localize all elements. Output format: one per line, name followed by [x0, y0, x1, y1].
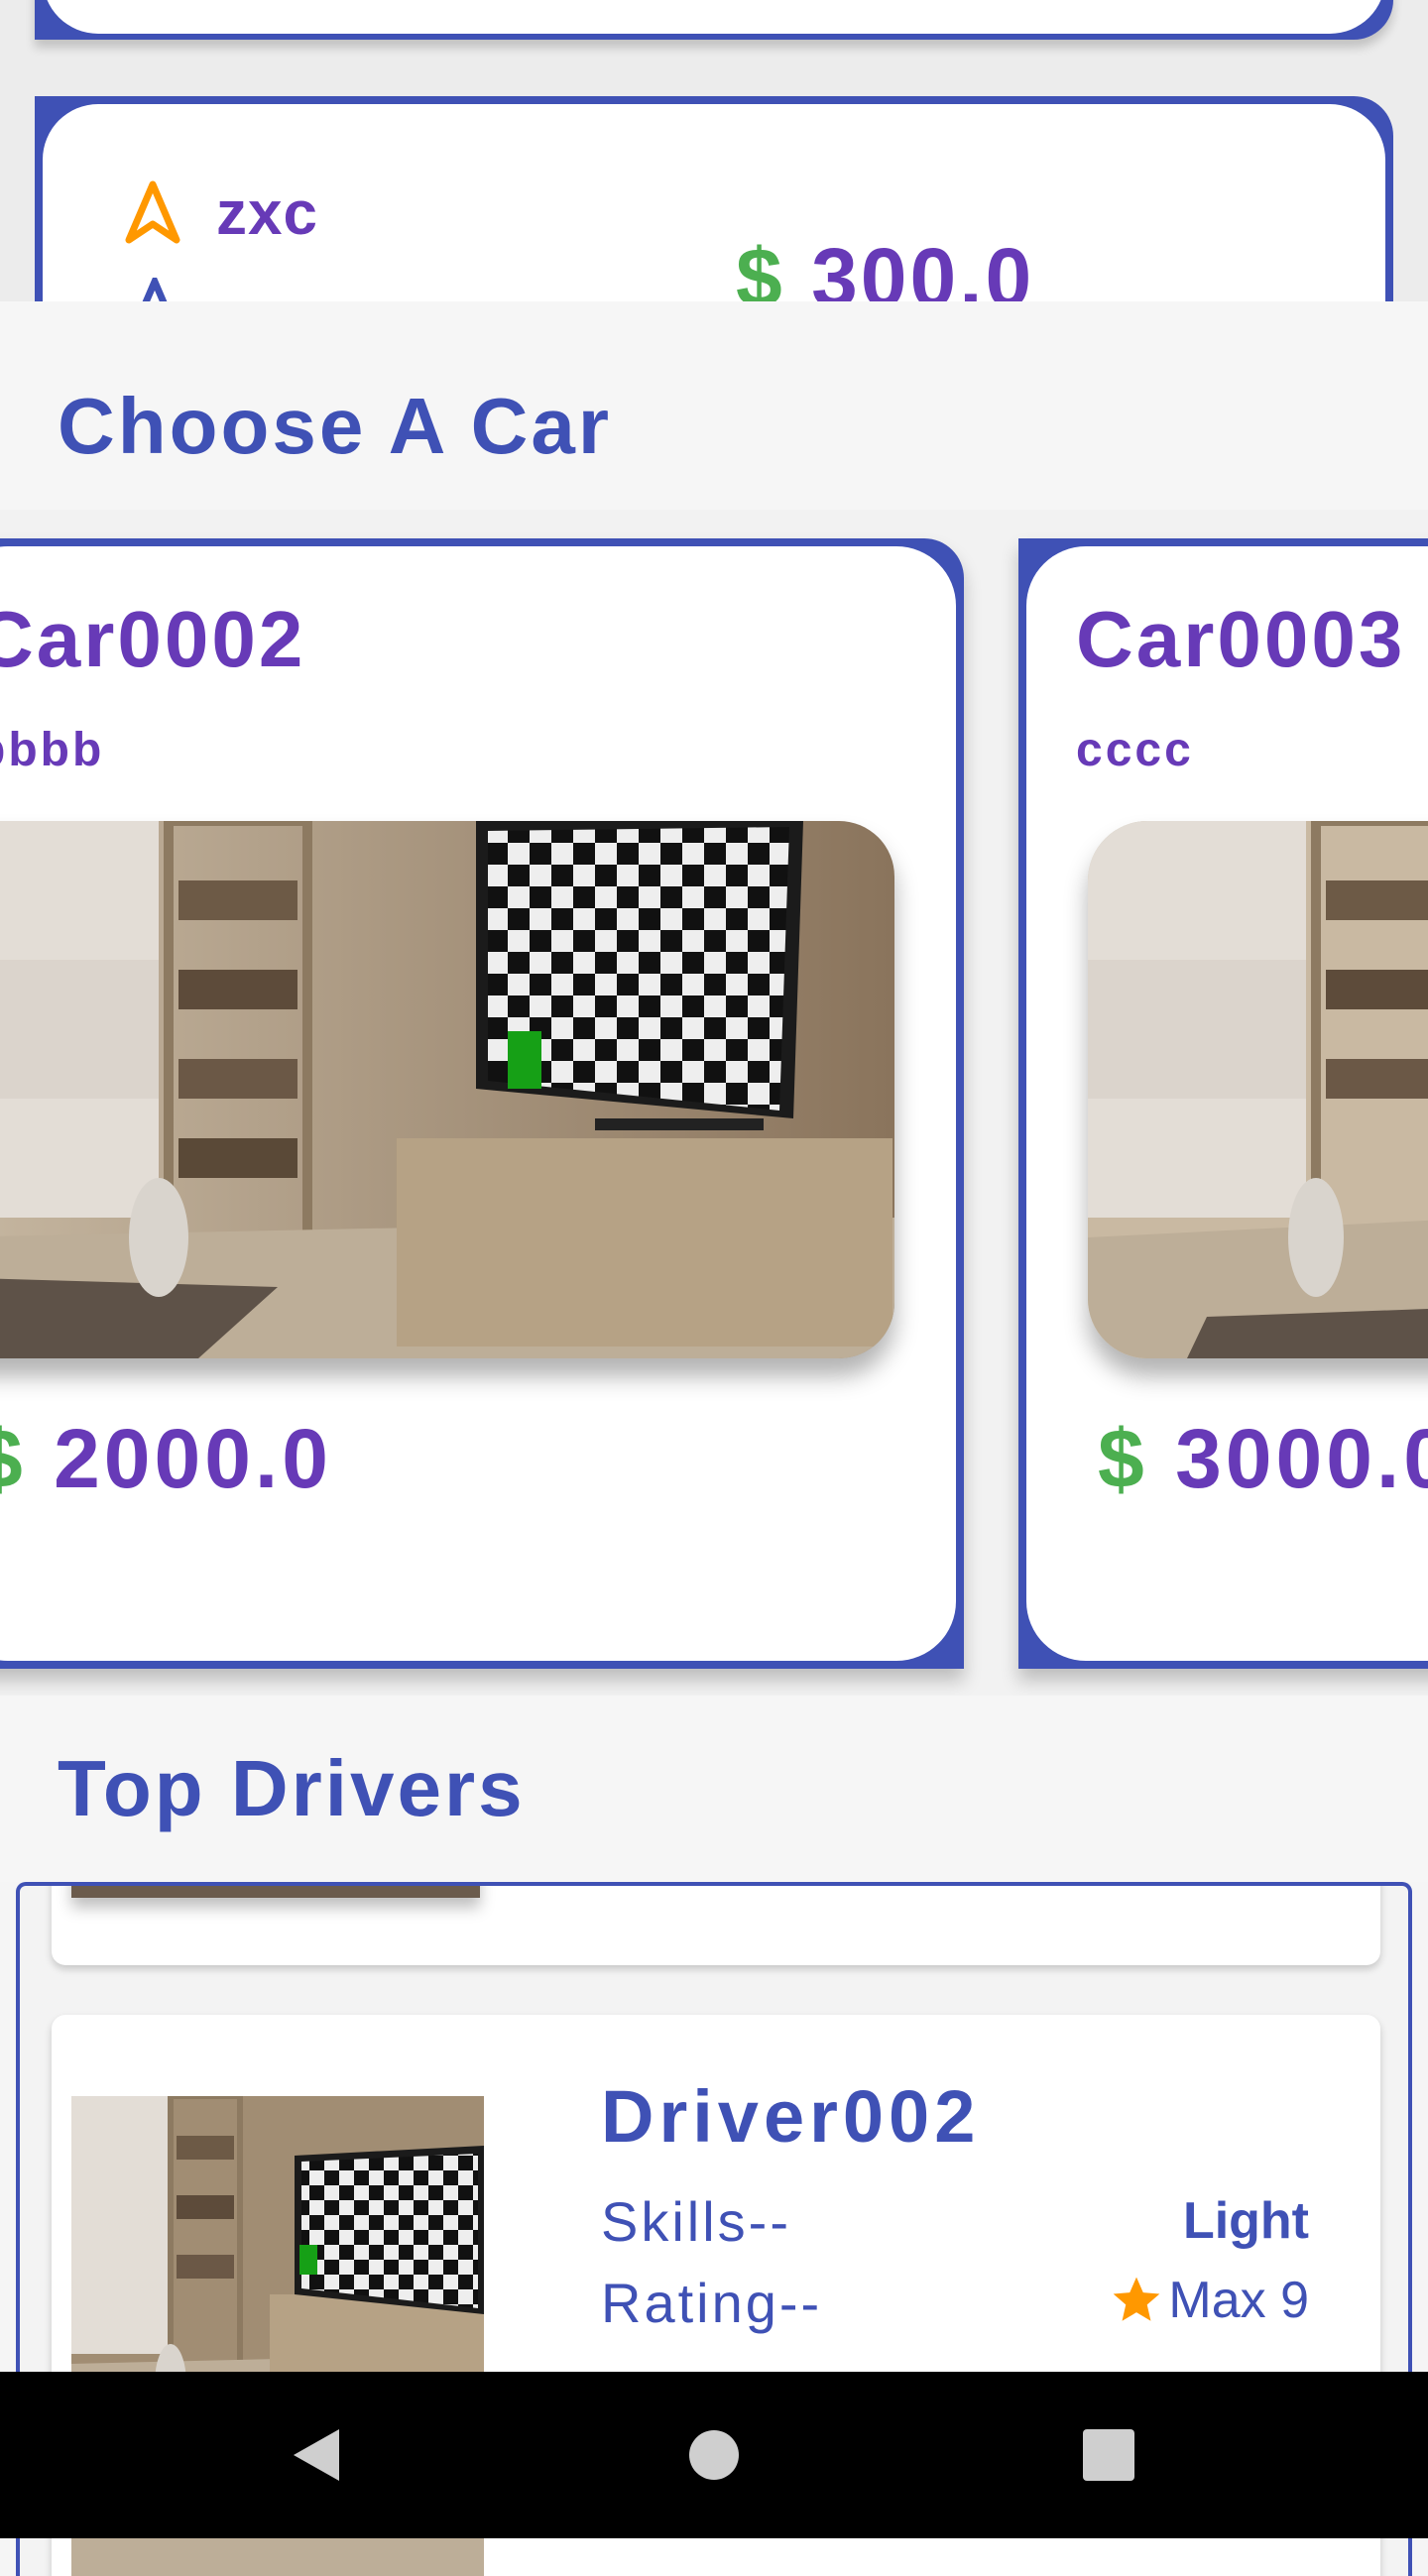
driver-name: Driver002: [601, 2075, 981, 2158]
car-card[interactable]: Car0003 cccc $ 3000.0: [1018, 538, 1428, 1669]
skills-label: Skills--: [601, 2190, 791, 2253]
dollar-icon: $: [736, 231, 785, 301]
rating-value: Max 9: [1168, 2272, 1309, 2329]
section-title: Top Drivers: [58, 1744, 526, 1832]
rating-label: Rating--: [601, 2272, 823, 2334]
car-price-value: 2000.0: [54, 1412, 332, 1505]
driver-card-previous[interactable]: [52, 1886, 1380, 1965]
rating-value-group: Max 9: [1109, 2271, 1309, 2330]
car-price-value: 3000.0: [1175, 1412, 1428, 1505]
navigation-arrow-icon: [142, 278, 168, 301]
trips-list[interactable]: zxc $ 300.0: [0, 0, 1428, 301]
back-button[interactable]: [216, 2372, 415, 2538]
car-card[interactable]: Car0002 bbbb: [0, 538, 964, 1669]
car-price: $ 2000.0: [0, 1411, 332, 1507]
trip-price-value: 300.0: [811, 231, 1035, 301]
trip-name: zxc: [216, 179, 318, 248]
drivers-section-header: Top Drivers: [0, 1696, 1428, 1882]
recents-icon: [1083, 2429, 1134, 2481]
car-subtitle: cccc: [1076, 724, 1194, 776]
car-subtitle: bbbb: [0, 724, 105, 776]
driver-image: [71, 1886, 480, 1898]
back-icon: [294, 2429, 339, 2481]
system-navigation-bar: [0, 2372, 1428, 2538]
car-carousel[interactable]: Car0002 bbbb: [0, 510, 1428, 1696]
star-icon: [1114, 2277, 1160, 2321]
cars-section-header: Choose A Car: [0, 301, 1428, 510]
trip-card-previous[interactable]: [35, 0, 1393, 40]
recents-button[interactable]: [1010, 2372, 1208, 2538]
car-title: Car0002: [0, 595, 306, 683]
car-title: Car0003: [1076, 595, 1406, 683]
home-icon: [689, 2430, 739, 2480]
skills-value: Light: [1182, 2192, 1309, 2250]
section-title: Choose A Car: [58, 382, 613, 470]
car-image: [0, 821, 894, 1358]
trip-price: $ 300.0: [736, 230, 1034, 301]
car-image: [1088, 821, 1428, 1358]
navigation-arrow-icon: [125, 180, 180, 244]
dollar-icon: $: [1098, 1412, 1148, 1505]
dollar-icon: $: [0, 1412, 27, 1505]
car-price: $ 3000.0: [1098, 1411, 1428, 1507]
home-button[interactable]: [615, 2372, 813, 2538]
